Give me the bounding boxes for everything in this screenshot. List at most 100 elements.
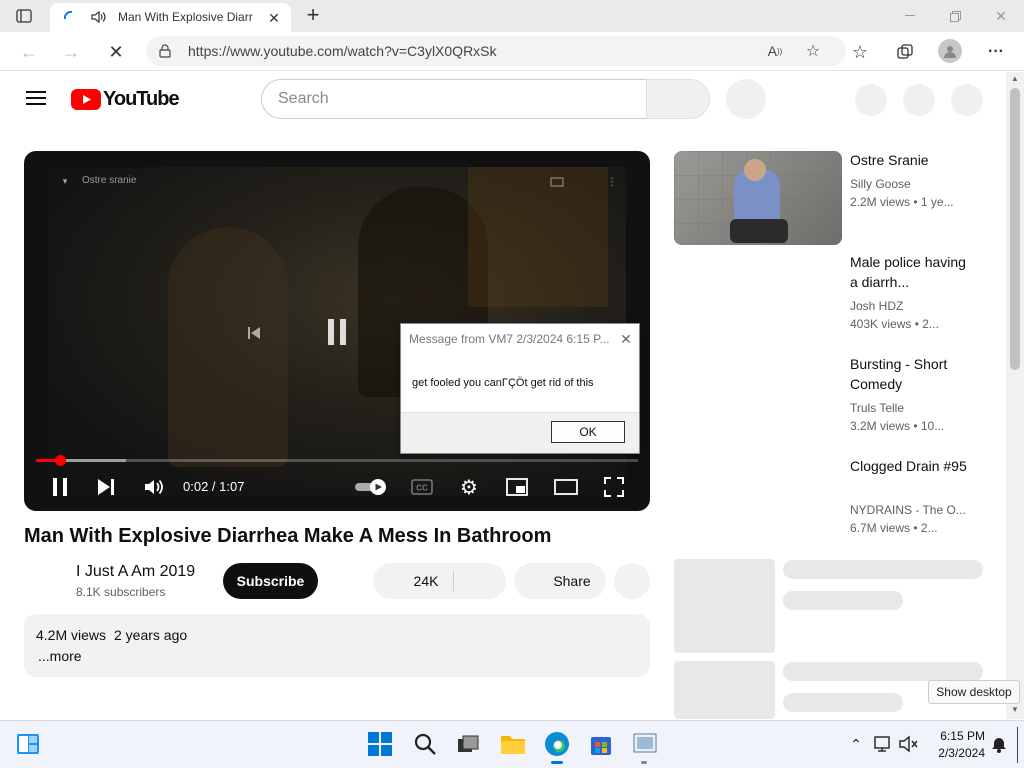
related-channel-2[interactable]: Josh HDZ (850, 299, 970, 313)
show-hidden-icons-chevron[interactable]: ⌃ (843, 731, 869, 757)
theater-mode-button[interactable] (553, 476, 579, 498)
active-tab[interactable]: Man With Explosive Diarr ✕ (50, 3, 291, 32)
related-channel-4[interactable]: NYDRAINS - The O... (850, 503, 970, 517)
store-icon[interactable] (588, 731, 614, 757)
browser-tab-bar: Man With Explosive Diarr ✕ + ✕ (0, 0, 1024, 32)
notification-icon[interactable] (986, 731, 1012, 757)
show-more-link[interactable]: ...more (38, 648, 82, 664)
search-input[interactable]: Search (261, 79, 647, 119)
minimize-icon[interactable] (900, 6, 920, 26)
overlay-more-icon[interactable]: ⋮ (607, 175, 617, 189)
voice-search-button[interactable] (726, 79, 766, 119)
show-desktop-tooltip: Show desktop (928, 680, 1020, 704)
create-button[interactable] (855, 84, 887, 116)
related-title-1[interactable]: Ostre Sranie (850, 150, 970, 170)
subscriber-count: 8.1K subscribers (76, 585, 166, 599)
like-button[interactable]: 24K (373, 563, 453, 599)
search-button[interactable] (646, 79, 710, 119)
autoplay-toggle[interactable] (354, 477, 388, 497)
center-previous-icon[interactable] (242, 321, 266, 345)
description-box[interactable]: 4.2M views 2 years ago ...more (24, 614, 650, 677)
clock-date[interactable]: 2/3/2024 (925, 746, 985, 760)
back-icon[interactable]: ← (18, 41, 40, 63)
file-explorer-icon[interactable] (500, 731, 526, 757)
start-windows-icon[interactable] (367, 731, 393, 757)
close-tab-icon[interactable]: ✕ (265, 9, 283, 27)
related-title-4[interactable]: Clogged Drain #95 (850, 456, 970, 476)
more-menu-icon[interactable]: ··· (985, 40, 1007, 64)
channel-name[interactable]: I Just A Am 2019 (76, 563, 195, 581)
scrollbar-thumb[interactable] (1010, 88, 1020, 370)
progress-scrubber[interactable] (55, 455, 67, 466)
forward-icon[interactable]: → (60, 41, 82, 63)
upload-age: 2 years ago (114, 627, 188, 643)
collections-icon[interactable] (893, 40, 917, 64)
youtube-play-logo-icon (71, 88, 101, 110)
close-window-icon[interactable]: ✕ (991, 6, 1011, 26)
hamburger-menu-icon[interactable] (24, 86, 48, 110)
muted-volume-icon[interactable] (896, 731, 922, 757)
related-title-2[interactable]: Male police having a diarrh... (850, 252, 970, 292)
cast-icon[interactable] (548, 175, 566, 189)
account-avatar[interactable] (951, 84, 983, 116)
related-meta-2: 403K views • 2... (850, 317, 939, 331)
page-scrollbar[interactable]: ▲ ▼ (1006, 72, 1024, 719)
scroll-down-arrow[interactable]: ▼ (1011, 705, 1019, 714)
search-icon[interactable] (412, 731, 438, 757)
center-pause-icon[interactable] (322, 314, 352, 350)
clock-time[interactable]: 6:15 PM (935, 729, 985, 743)
dialog-message: get fooled you canΓÇÖt get rid of this (412, 377, 594, 389)
tab-actions-icon[interactable] (14, 7, 34, 25)
new-tab-button[interactable]: + (302, 2, 324, 27)
stop-loading-icon[interactable]: ✕ (105, 41, 127, 63)
skeleton-line (783, 693, 903, 712)
related-title-3[interactable]: Bursting - Short Comedy (850, 354, 970, 394)
tooltip-text: Show desktop (936, 685, 1012, 699)
dialog-close-icon[interactable]: ✕ (617, 330, 635, 348)
vm-app-icon[interactable] (632, 731, 658, 757)
subscribe-button[interactable]: Subscribe (223, 563, 318, 599)
favorites-icon[interactable]: ☆ (848, 40, 872, 64)
alert-dialog: Message from VM7 2/3/2024 6:15 P... ✕ ge… (400, 323, 640, 454)
url-text[interactable]: https://www.youtube.com/watch?v=C3ylX0QR… (188, 43, 497, 59)
share-button[interactable]: Share (514, 563, 606, 599)
related-channel-1[interactable]: Silly Goose (850, 177, 970, 191)
captions-button[interactable]: CC (410, 477, 434, 497)
dialog-ok-button[interactable]: OK (551, 421, 625, 443)
dislike-button[interactable] (454, 563, 506, 599)
volume-button[interactable] (141, 475, 167, 499)
windows-taskbar: ⌃ 6:15 PM 2/3/2024 (0, 720, 1024, 768)
notifications-button[interactable] (903, 84, 935, 116)
pause-button[interactable] (48, 475, 72, 499)
fullscreen-button[interactable] (602, 476, 626, 498)
widgets-icon[interactable] (15, 731, 41, 757)
profile-avatar-icon[interactable] (938, 39, 962, 63)
url-bar[interactable]: https://www.youtube.com/watch?v=C3ylX0QR… (146, 36, 846, 66)
progress-bar[interactable] (36, 455, 638, 466)
vm-app-running-indicator (641, 761, 647, 764)
skeleton-line (783, 560, 983, 579)
add-favorite-icon[interactable]: ☆ (802, 41, 824, 61)
related-meta-3: 3.2M views • 10... (850, 419, 945, 433)
miniplayer-button[interactable] (505, 476, 529, 498)
related-channel-3[interactable]: Truls Telle (850, 401, 970, 415)
scroll-up-arrow[interactable]: ▲ (1011, 74, 1019, 83)
more-actions-button[interactable] (614, 563, 650, 599)
next-video-button[interactable] (94, 475, 118, 499)
network-icon[interactable] (870, 731, 896, 757)
related-thumbnail[interactable] (674, 151, 842, 245)
overlay-collapse-icon[interactable]: ▾ (58, 175, 72, 187)
tab-audio-icon[interactable] (90, 8, 108, 26)
restore-icon[interactable] (945, 6, 965, 26)
svg-text:CC: CC (416, 484, 428, 493)
youtube-logo[interactable]: YouTube (71, 87, 180, 111)
subscribe-label: Subscribe (236, 573, 305, 589)
video-title: Man With Explosive Diarrhea Make A Mess … (24, 525, 552, 547)
edge-browser-icon[interactable] (544, 731, 570, 757)
settings-gear-icon[interactable]: ⚙ (457, 475, 481, 499)
show-desktop-button[interactable] (1017, 727, 1024, 763)
read-aloud-icon[interactable]: A)) (764, 41, 786, 61)
task-view-icon[interactable] (455, 731, 481, 757)
lock-icon[interactable] (156, 42, 174, 60)
like-dislike-group: 24K (373, 563, 506, 599)
